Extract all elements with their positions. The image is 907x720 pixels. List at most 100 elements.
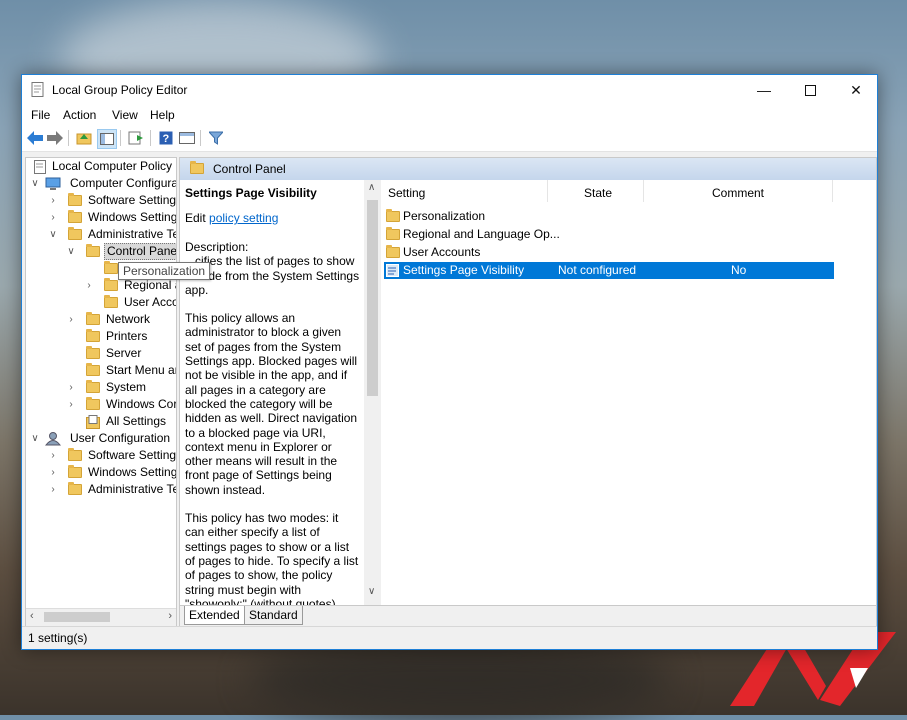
export-list-icon	[128, 131, 143, 145]
scroll-right-icon[interactable]: ›	[168, 610, 172, 622]
tab-extended[interactable]: Extended	[184, 606, 245, 625]
menu-view[interactable]: View	[112, 108, 138, 122]
toolbar: ?	[22, 125, 877, 152]
tree-label: User Acco	[124, 295, 177, 309]
settings-list: Setting State Comment Personalization Re…	[382, 180, 876, 605]
policy-setting-icon	[386, 264, 399, 277]
folder-icon	[104, 295, 118, 308]
chevron-down-icon[interactable]: ∨	[30, 175, 40, 192]
description-paragraph: ...cifies the list of pages to show or h…	[185, 254, 360, 297]
description-paragraph: This policy allows an administrator to b…	[185, 311, 358, 497]
setting-name: Settings Page Visibility	[403, 263, 525, 277]
list-item[interactable]: User Accounts	[384, 244, 834, 261]
folder-icon	[68, 465, 82, 478]
tree-label: Windows Setting	[88, 465, 177, 479]
folder-icon	[386, 227, 400, 240]
toolbar-separator	[68, 130, 69, 146]
folder-icon	[86, 329, 100, 342]
edit-line: Edit policy setting	[185, 211, 278, 225]
svg-text:?: ?	[163, 133, 170, 145]
menu-bar: File Action View Help	[22, 105, 877, 125]
tree-label: Network	[106, 312, 151, 326]
minimize-icon: —	[757, 82, 771, 98]
tree-label: Control Panel	[104, 243, 176, 260]
tree-horizontal-scrollbar[interactable]: ‹ ›	[26, 608, 176, 626]
tree-label: System	[106, 380, 147, 394]
background-shadow	[250, 640, 670, 720]
column-header-state[interactable]: State	[584, 186, 612, 200]
tree-label: Start Menu ar	[106, 363, 177, 377]
properties-button[interactable]	[178, 129, 196, 147]
tree-label: Administrative Te	[88, 227, 177, 241]
menu-action[interactable]: Action	[63, 108, 96, 122]
window-title: Local Group Policy Editor	[52, 83, 188, 97]
setting-name: Regional and Language Op...	[403, 227, 560, 241]
menu-help[interactable]: Help	[150, 108, 175, 122]
column-separator	[643, 180, 644, 202]
toolbar-separator	[200, 130, 201, 146]
minimize-button[interactable]: —	[741, 75, 787, 105]
scroll-thumb[interactable]	[44, 612, 110, 622]
folder-icon	[386, 245, 400, 258]
back-button[interactable]	[26, 129, 44, 147]
column-separator	[547, 180, 548, 202]
chevron-right-icon[interactable]: ›	[48, 464, 58, 481]
description-vertical-scrollbar[interactable]: ∧ ∨	[364, 180, 381, 605]
filter-options-button[interactable]	[207, 129, 225, 147]
show-hide-tree-button[interactable]	[97, 129, 117, 149]
column-header-comment[interactable]: Comment	[712, 186, 764, 200]
scroll-left-icon[interactable]: ‹	[30, 610, 34, 622]
chevron-down-icon[interactable]: ∨	[66, 243, 76, 260]
status-text: 1 setting(s)	[28, 631, 88, 645]
chevron-down-icon[interactable]: ∨	[30, 430, 40, 447]
up-one-level-button[interactable]	[75, 129, 93, 147]
folder-icon	[386, 209, 400, 222]
column-header-setting[interactable]: Setting	[388, 186, 425, 200]
description-text: Description: ...cifies the list of pages…	[185, 240, 360, 627]
export-list-button[interactable]	[127, 129, 145, 147]
setting-name: User Accounts	[403, 245, 481, 259]
setting-comment: No	[731, 263, 747, 277]
chevron-right-icon[interactable]: ›	[48, 192, 58, 209]
scroll-up-icon[interactable]: ∧	[368, 182, 375, 193]
folder-icon	[68, 227, 82, 240]
chevron-right-icon[interactable]: ›	[84, 277, 94, 294]
menu-file[interactable]: File	[31, 108, 50, 122]
chevron-right-icon[interactable]: ›	[66, 311, 76, 328]
folder-icon	[104, 278, 118, 291]
policy-title: Settings Page Visibility	[185, 186, 317, 200]
tab-standard[interactable]: Standard	[244, 606, 303, 625]
scroll-down-icon[interactable]: ∨	[368, 586, 375, 597]
folder-icon	[86, 244, 100, 257]
chevron-right-icon[interactable]: ›	[66, 379, 76, 396]
edit-policy-link[interactable]: policy setting	[209, 211, 278, 225]
list-item-selected[interactable]: Settings Page Visibility Not configured …	[384, 262, 834, 279]
description-label: Description:	[185, 240, 249, 254]
close-button[interactable]: ✕	[833, 75, 879, 105]
setting-name: Personalization	[403, 209, 486, 223]
tree-label: Server	[106, 346, 142, 360]
tree-label: Software Settings	[88, 193, 177, 207]
chevron-down-icon[interactable]: ∨	[48, 226, 58, 243]
folder-icon	[104, 261, 118, 274]
tree-label: Administrative Te	[88, 482, 177, 496]
chevron-right-icon[interactable]: ›	[66, 396, 76, 413]
chevron-right-icon[interactable]: ›	[48, 481, 58, 498]
description-panel: Settings Page Visibility Edit policy set…	[180, 180, 382, 625]
chevron-right-icon[interactable]: ›	[48, 209, 58, 226]
folder-icon	[68, 448, 82, 461]
scroll-thumb[interactable]	[367, 200, 378, 396]
tree-label: Local Computer Policy	[52, 159, 173, 173]
help-button[interactable]: ?	[157, 129, 175, 147]
column-separator	[832, 180, 833, 202]
list-item[interactable]: Personalization	[384, 208, 834, 225]
policy-document-icon	[34, 160, 46, 174]
back-arrow-icon	[27, 131, 43, 145]
tooltip: Personalization	[118, 262, 211, 280]
folder-up-icon	[76, 133, 92, 145]
forward-arrow-icon	[47, 131, 63, 145]
list-item[interactable]: Regional and Language Op...	[384, 226, 834, 243]
chevron-right-icon[interactable]: ›	[48, 447, 58, 464]
forward-button[interactable]	[46, 129, 64, 147]
maximize-button[interactable]	[787, 75, 833, 105]
